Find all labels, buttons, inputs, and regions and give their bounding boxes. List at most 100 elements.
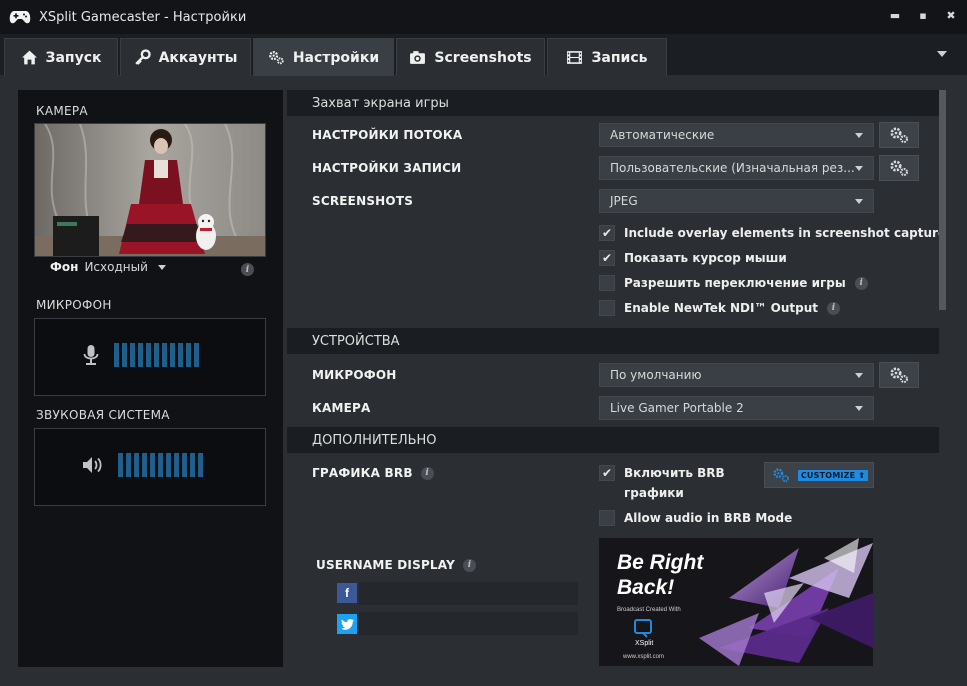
sound-meter bbox=[34, 428, 266, 506]
background-label: Фон bbox=[50, 260, 79, 274]
tab-accounts[interactable]: Аккаунты bbox=[120, 38, 251, 76]
gears-icon bbox=[890, 127, 909, 144]
info-icon[interactable]: i bbox=[463, 558, 477, 572]
minimize-button[interactable]: ▬ bbox=[889, 8, 901, 22]
scrollbar[interactable] bbox=[939, 90, 946, 310]
mic-meter bbox=[34, 318, 266, 396]
checkbox-label: Показать курсор мыши bbox=[624, 251, 787, 265]
brb-enable-checkbox-row[interactable]: ✔ Включить BRB графики bbox=[599, 465, 725, 503]
settings-panel: Захват экрана игры НАСТРОЙКИ ПОТОКА Авто… bbox=[287, 90, 949, 667]
sound-section-label: ЗВУКОВАЯ СИСТЕМА bbox=[36, 408, 170, 422]
tab-label: Запуск bbox=[45, 49, 102, 66]
brb-enable-checkbox[interactable]: ✔ bbox=[599, 465, 615, 481]
facebook-icon: f bbox=[337, 583, 357, 603]
info-icon[interactable]: i bbox=[241, 263, 254, 276]
tab-label: Запись bbox=[591, 49, 648, 66]
tab-record[interactable]: Запись bbox=[547, 38, 667, 76]
brb-url: www.xsplit.com bbox=[623, 654, 665, 660]
include-overlay-checkbox[interactable]: ✔ bbox=[599, 225, 615, 241]
twitter-username-input[interactable] bbox=[359, 612, 578, 635]
show-cursor-checkbox-row[interactable]: ✔ Показать курсор мыши bbox=[599, 250, 787, 266]
camera-section-label: КАМЕРА bbox=[36, 104, 88, 118]
checkbox-label: Включить BRB графики bbox=[624, 463, 725, 503]
chevron-down-icon bbox=[855, 373, 863, 378]
username-display-label-text: USERNAME DISPLAY bbox=[316, 558, 456, 572]
camera-feed-image bbox=[35, 124, 265, 256]
allow-audio-checkbox-row[interactable]: Allow audio in BRB Mode bbox=[599, 510, 792, 526]
mic-section-label: МИКРОФОН bbox=[36, 298, 112, 312]
arrow-up-icon: ⬆ bbox=[858, 470, 866, 480]
chevron-down-icon bbox=[855, 406, 863, 411]
ndi-output-checkbox-row[interactable]: Enable NewTek NDI™ Output i bbox=[599, 300, 841, 316]
checkbox-label: Разрешить переключение игры bbox=[624, 276, 846, 290]
brb-graphics-label-text: ГРАФИКА BRB bbox=[312, 466, 413, 480]
checkbox-label: Allow audio in BRB Mode bbox=[624, 511, 793, 525]
customize-brb-button[interactable]: CUSTOMIZE ⬆ bbox=[764, 462, 874, 488]
tab-launch[interactable]: Запуск bbox=[4, 38, 118, 76]
brb-enable-line1: Включить BRB bbox=[624, 466, 725, 480]
camera-preview[interactable] bbox=[34, 123, 266, 257]
allow-game-switch-checkbox-row[interactable]: Разрешить переключение игры i bbox=[599, 275, 868, 291]
tab-settings[interactable]: Настройки bbox=[253, 38, 394, 76]
left-panel: КАМЕРА Фон Исходный i МИКРОФОН ЗВУКОВАЯ … bbox=[18, 90, 283, 667]
maximize-button[interactable]: ▪ bbox=[917, 8, 929, 22]
speaker-icon bbox=[83, 457, 102, 473]
record-settings-gear-button[interactable] bbox=[879, 155, 919, 181]
microphone-device-select[interactable]: По умолчанию bbox=[599, 363, 874, 387]
devices-section-header: УСТРОЙСТВА bbox=[287, 328, 939, 354]
window-title: XSplit Gamecaster - Настройки bbox=[39, 9, 247, 25]
stream-settings-gear-button[interactable] bbox=[879, 122, 919, 148]
include-overlay-checkbox-row[interactable]: ✔ Include overlay elements in screenshot… bbox=[599, 225, 946, 241]
twitter-icon bbox=[337, 614, 357, 634]
brb-title-line1: Be Right bbox=[617, 551, 704, 574]
tab-bar: Запуск Аккаунты Настройки Screenshots За… bbox=[0, 34, 967, 76]
select-value: Пользовательские (Изначальная рез... bbox=[610, 161, 855, 175]
tabs-dropdown-icon[interactable] bbox=[937, 51, 947, 57]
extra-section-header: ДОПОЛНИТЕЛЬНО bbox=[287, 427, 939, 453]
customize-label-text: CUSTOMIZE bbox=[800, 470, 856, 480]
title-bar: XSplit Gamecaster - Настройки ▬ ▪ ✖ bbox=[0, 0, 967, 34]
home-icon bbox=[21, 50, 37, 65]
key-icon bbox=[134, 49, 151, 65]
capture-section-header: Захват экрана игры bbox=[287, 90, 939, 116]
chevron-down-icon bbox=[157, 264, 166, 270]
camera-device-select[interactable]: Live Gamer Portable 2 bbox=[599, 396, 874, 420]
record-settings-label: НАСТРОЙКИ ЗАПИСИ bbox=[312, 161, 462, 175]
close-button[interactable]: ✖ bbox=[945, 8, 957, 22]
info-icon[interactable]: i bbox=[420, 466, 434, 480]
microphone-device-label: МИКРОФОН bbox=[312, 368, 397, 382]
background-value: Исходный bbox=[84, 260, 148, 274]
chevron-down-icon bbox=[855, 133, 863, 138]
background-selector[interactable]: Фон Исходный bbox=[50, 260, 166, 274]
info-icon[interactable]: i bbox=[827, 301, 841, 315]
show-cursor-checkbox[interactable]: ✔ bbox=[599, 250, 615, 266]
microphone-gear-button[interactable] bbox=[879, 362, 919, 388]
camera-device-label: КАМЕРА bbox=[312, 401, 371, 415]
mic-level-bars bbox=[114, 343, 199, 367]
tab-label: Screenshots bbox=[434, 49, 532, 66]
stream-settings-select[interactable]: Автоматические bbox=[599, 123, 874, 147]
checkbox-label: Include overlay elements in screenshot c… bbox=[624, 226, 947, 240]
stream-settings-label: НАСТРОЙКИ ПОТОКА bbox=[312, 128, 463, 142]
ndi-output-checkbox[interactable] bbox=[599, 300, 615, 316]
info-icon[interactable]: i bbox=[854, 276, 868, 290]
select-value: JPEG bbox=[610, 194, 638, 208]
brb-preview-image: Be Right Back! Broadcast Created With XS… bbox=[599, 538, 873, 666]
gamepad-icon bbox=[9, 11, 31, 24]
record-settings-select[interactable]: Пользовательские (Изначальная рез... bbox=[599, 156, 874, 180]
tab-label: Настройки bbox=[292, 49, 380, 66]
facebook-username-input[interactable] bbox=[359, 582, 578, 605]
screenshots-format-select[interactable]: JPEG bbox=[599, 189, 874, 213]
gears-icon bbox=[268, 51, 284, 65]
scrollbar-thumb[interactable] bbox=[939, 90, 946, 310]
select-value: Автоматические bbox=[610, 128, 715, 142]
gears-icon bbox=[890, 367, 909, 384]
tab-screenshots[interactable]: Screenshots bbox=[396, 38, 545, 76]
chevron-down-icon bbox=[855, 166, 863, 171]
brb-subtitle: Broadcast Created With bbox=[617, 607, 681, 613]
allow-game-switch-checkbox[interactable] bbox=[599, 275, 615, 291]
allow-audio-checkbox[interactable] bbox=[599, 510, 615, 526]
brb-title-line2: Back! bbox=[617, 576, 675, 599]
xsplit-logo-text: XSplit bbox=[635, 640, 654, 647]
chevron-down-icon bbox=[855, 199, 863, 204]
